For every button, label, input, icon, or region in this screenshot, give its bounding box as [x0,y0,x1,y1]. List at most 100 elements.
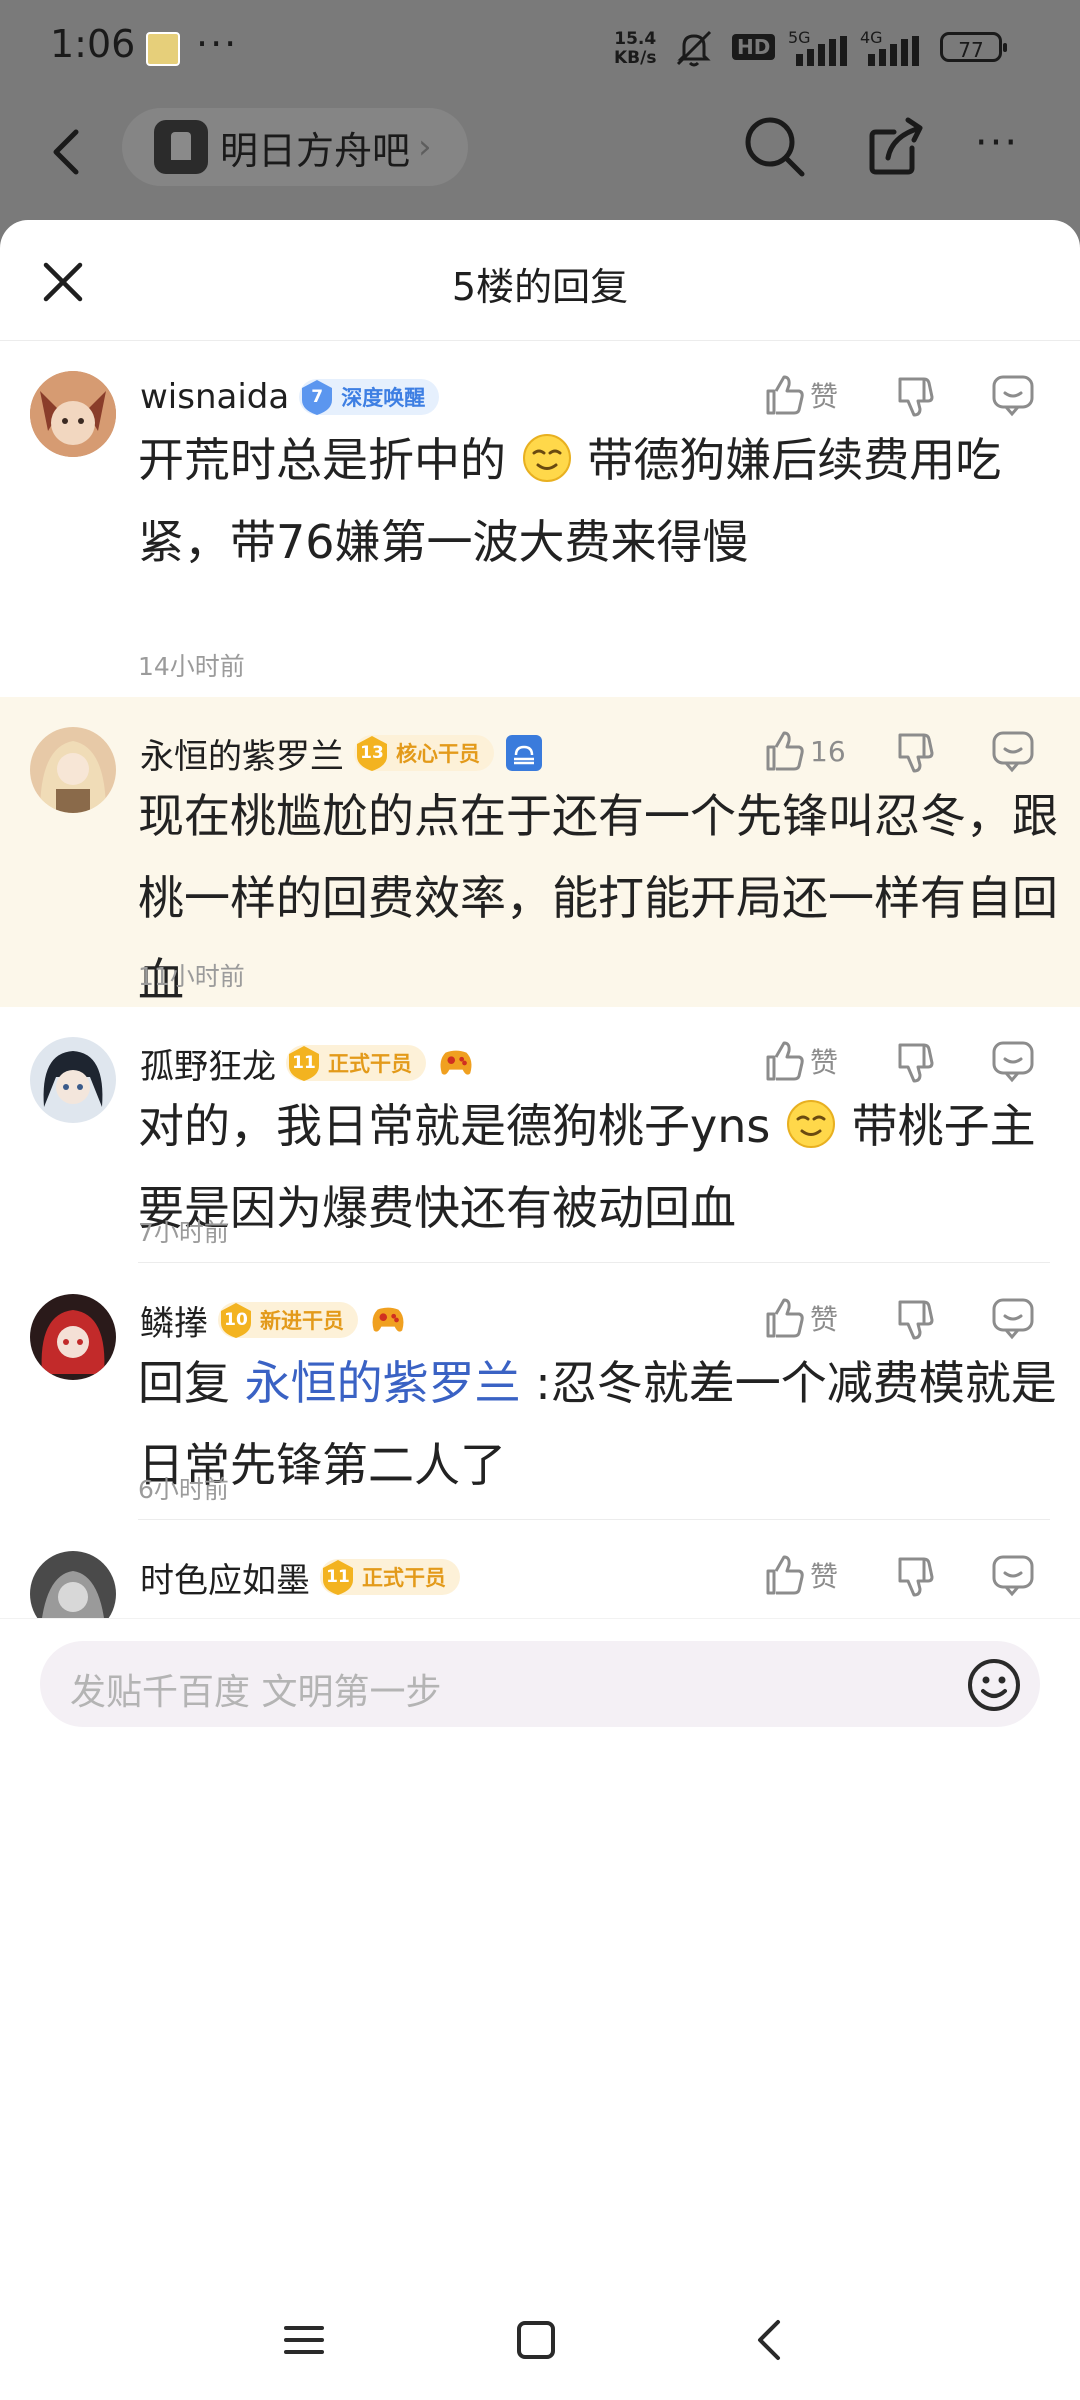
username[interactable]: 时色应如墨 [140,1553,310,1602]
reply-input-placeholder: 发贴千百度 文明第一步 [70,1672,442,1713]
thumbs-down-icon [898,1557,934,1597]
reply-actions: 赞 [762,365,1052,425]
level-title: 核心干员 [396,742,480,766]
username[interactable]: wisnaida [140,377,289,417]
dislike-button[interactable] [894,1288,938,1348]
like-button[interactable]: 16 [762,721,846,781]
reply-text: 对的，我日常就是德狗桃子yns 带桃子主要是因为爆费快还有被动回血 [138,1085,1058,1249]
avatar[interactable] [30,1037,116,1123]
status-bar: 1:06 ··· 15.4 KB/s HD 5G 4G 77 [0,0,1080,100]
level-title: 正式干员 [328,1052,412,1076]
comment-button[interactable] [990,1288,1036,1348]
reply-text-part: 对的，我日常就是德狗桃子yns [138,1099,771,1153]
mute-bell-icon [676,30,712,67]
divider [138,1519,1050,1520]
emoji-icon[interactable] [964,1655,1024,1715]
status-time: 1:06 [50,22,136,66]
level-shield-icon: 10 [218,1301,254,1339]
reply-text: 现在桃尴尬的点在于还有一个先锋叫忍冬，跟桃一样的回费效率，能打能开局还一样有自回… [138,789,1058,1007]
forum-logo-icon [154,120,208,174]
notification-app-icon [146,32,180,66]
dislike-button[interactable] [894,1545,938,1605]
username[interactable]: 孤野狂龙 [140,1039,276,1088]
thumbs-up-icon [766,1298,804,1338]
username[interactable]: 鳞搼 [140,1296,208,1345]
reply-item: 孤野狂龙 11 正式干员 赞 对的，我日常就是德狗桃子yns 带桃子主要是因为爆… [0,1007,1080,1263]
menu-icon[interactable] [274,2310,334,2370]
like-button[interactable]: 赞 [762,1031,838,1091]
comment-icon [992,1041,1034,1083]
comment-button[interactable] [990,1545,1036,1605]
reply-item: 永恒的紫罗兰 13 核心干员 16 现在桃尴尬的点在于还有一个先锋叫忍冬，跟桃一… [0,697,1080,1007]
level-shield-icon: 11 [286,1044,322,1082]
level-badge: 7 深度唤醒 [299,378,440,416]
avatar[interactable] [30,1294,116,1380]
smug-emoji-icon [786,1100,835,1148]
level-number: 7 [311,387,324,407]
level-shield-icon: 11 [320,1558,356,1596]
like-button[interactable]: 赞 [762,1288,838,1348]
reply-input[interactable]: 发贴千百度 文明第一步 [40,1641,1040,1727]
level-shield-icon: 13 [354,734,390,772]
back-nav-icon[interactable] [740,2310,800,2370]
network-speed: 15.4 KB/s [614,30,656,68]
game-controller-icon [370,1302,406,1338]
reply-time: 6小时前 [138,1475,229,1504]
like-count: 16 [810,734,846,768]
reply-input-bar: 发贴千百度 文明第一步 [0,1618,1080,1789]
reply-actions: 16 [762,721,1052,781]
comment-button[interactable] [990,365,1036,425]
comment-icon [992,731,1034,773]
level-number: 11 [292,1053,316,1073]
level-badge: 13 核心干员 [354,735,494,771]
level-badge: 10 新进干员 [218,1302,358,1338]
level-title: 新进干员 [260,1309,344,1333]
dislike-button[interactable] [894,721,938,781]
search-icon[interactable] [740,112,810,182]
reply-text: 开荒时总是折中的 带德狗嫌后续费用吃紧，带76嫌第一波大费来得慢 [138,419,1058,583]
dislike-button[interactable] [894,1031,938,1091]
user-info: 永恒的紫罗兰 13 核心干员 [140,728,542,778]
back-icon[interactable] [40,122,90,182]
forum-name: 明日方舟吧 [220,128,411,173]
more-icon[interactable]: ··· [962,112,1032,182]
thumbs-up-icon [766,1555,804,1595]
thumbs-up-icon [766,375,804,415]
libra-zodiac-icon [506,735,542,771]
like-button[interactable]: 赞 [762,365,838,425]
level-badge: 11 正式干员 [286,1045,426,1081]
thumbs-down-icon [898,733,934,773]
thumbs-down-icon [898,1043,934,1083]
level-title: 深度唤醒 [341,386,426,410]
comment-button[interactable] [990,721,1036,781]
reply-time: 14小时前 [138,652,245,681]
like-label: 赞 [810,1046,839,1079]
user-info: 鳞搼 10 新进干员 [140,1295,406,1345]
thumbs-up-icon [766,731,804,771]
reply-actions: 赞 [762,1545,1052,1605]
avatar[interactable] [30,371,116,457]
username[interactable]: 永恒的紫罗兰 [140,729,344,778]
dislike-button[interactable] [894,365,938,425]
game-controller-icon [438,1045,474,1081]
comment-icon [992,1555,1034,1597]
forum-link[interactable]: 明日方舟吧 › [122,108,468,186]
level-title: 正式干员 [362,1566,446,1590]
level-shield-icon: 7 [299,378,335,416]
comment-button[interactable] [990,1031,1036,1091]
level-number: 13 [360,743,384,763]
share-icon[interactable] [862,112,932,182]
mention-link[interactable]: 永恒的紫罗兰 [245,1356,521,1410]
avatar[interactable] [30,727,116,813]
level-number: 11 [326,1567,350,1587]
user-info: 孤野狂龙 11 正式干员 [140,1038,474,1088]
smug-emoji-icon [522,434,571,482]
like-label: 赞 [810,380,839,413]
home-icon[interactable] [506,2310,566,2370]
reply-text: 回复 永恒的紫罗兰 :忍冬就差一个减费模就是日常先锋第二人了 [138,1342,1058,1506]
network-speed-unit: KB/s [614,48,657,68]
like-button[interactable]: 赞 [762,1545,838,1605]
reply-item: wisnaida 7 深度唤醒 赞 开荒时总是折中的 带德狗嫌后续费用吃紧，带7… [0,341,1080,697]
thumbs-up-icon [766,1041,804,1081]
level-number: 10 [224,1310,248,1330]
